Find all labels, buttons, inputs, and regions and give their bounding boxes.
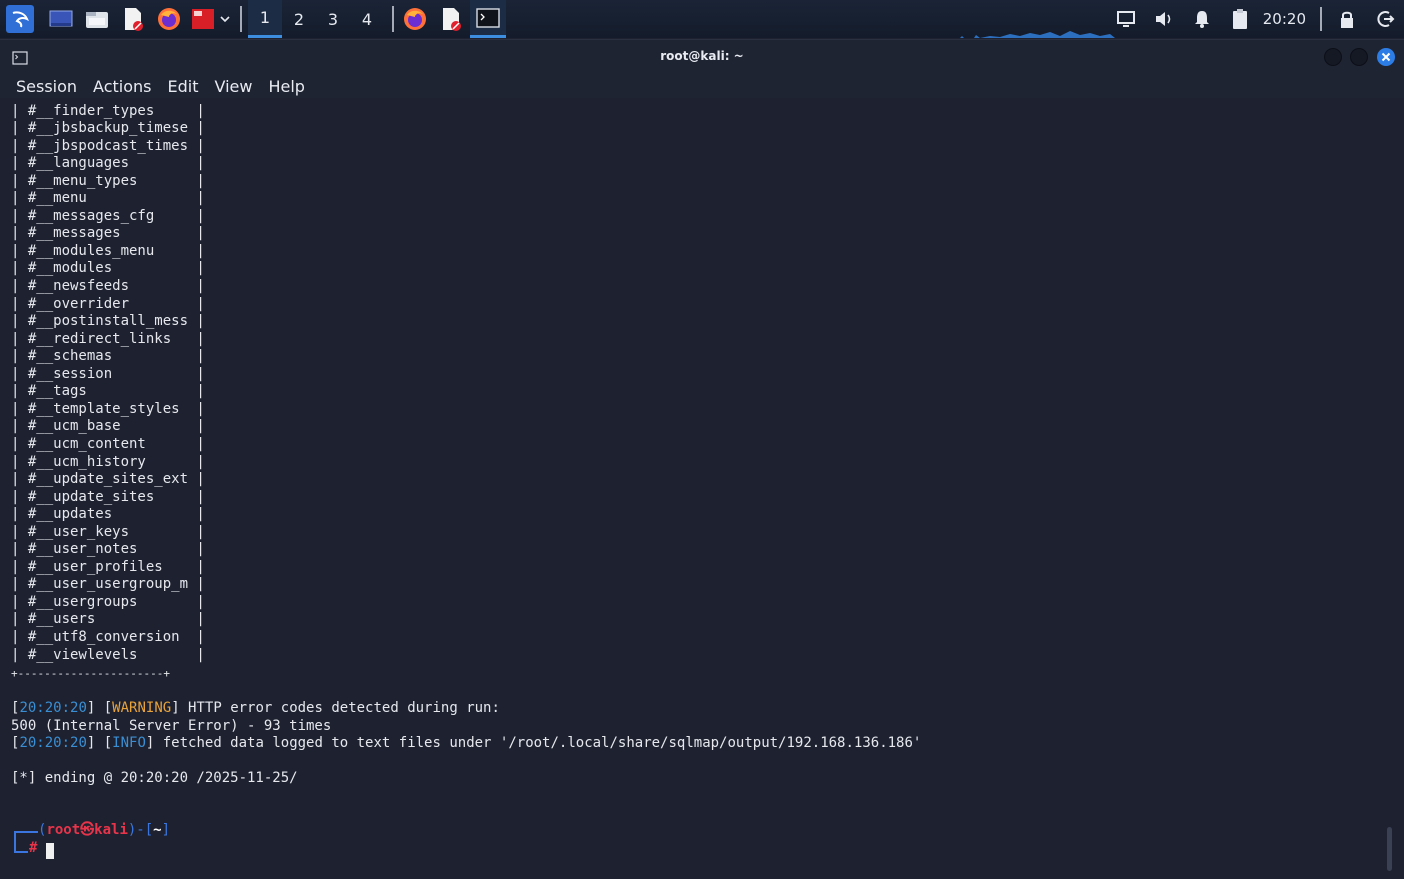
- log-level-info: INFO: [112, 735, 146, 751]
- table-row: | #__update_sites_ext |: [11, 471, 205, 488]
- table-row: | #__overrider |: [11, 295, 205, 312]
- table-row: | #__ucm_history |: [11, 453, 205, 470]
- menu-help[interactable]: Help: [260, 77, 312, 96]
- prompt-user: root: [46, 822, 81, 838]
- table-row: | #__menu |: [11, 190, 205, 207]
- log-info-line: [20:20:20] [INFO] fetched data logged to…: [11, 735, 922, 751]
- taskbar: 1 2 3 4 20:20: [0, 0, 1404, 38]
- table-row: | #__user_notes |: [11, 541, 205, 558]
- logout-icon[interactable]: [1374, 8, 1396, 30]
- taskbar-separator: [240, 6, 242, 32]
- notification-bell-icon[interactable]: [1191, 8, 1213, 30]
- table-row: | #__user_profiles |: [11, 558, 205, 575]
- prompt-at: ㉿: [80, 822, 95, 838]
- table-row: | #__session |: [11, 365, 205, 382]
- table-row: | #__languages |: [11, 155, 205, 172]
- prompt-line: (root㉿kali)-[~]: [38, 822, 171, 838]
- file-manager-icon[interactable]: [84, 6, 110, 32]
- log-warning-line: [20:20:20] [WARNING] HTTP error codes de…: [11, 700, 500, 716]
- clipboard-icon[interactable]: [1229, 8, 1251, 30]
- table-row: | #__ucm_content |: [11, 435, 205, 452]
- log-message: fetched data logged to text files under …: [154, 735, 922, 751]
- clock[interactable]: 20:20: [1263, 10, 1306, 28]
- workspace-2[interactable]: 2: [282, 0, 316, 38]
- ending-line: [*] ending @ 20:20:20 /2025-11-25/: [11, 770, 298, 786]
- table-row: | #__template_styles |: [11, 400, 205, 417]
- window-title: root@kali: ~: [660, 49, 744, 63]
- log-error-line: 500 (Internal Server Error) - 93 times: [11, 718, 332, 734]
- log-level-warning: WARNING: [112, 700, 172, 716]
- taskbar-separator: [392, 6, 394, 32]
- table-row: | #__utf8_conversion |: [11, 629, 205, 645]
- table-row: | #__updates |: [11, 506, 205, 523]
- close-button[interactable]: [1377, 48, 1395, 66]
- prompt-path: ~: [153, 822, 162, 838]
- menu-bar: Session Actions Edit View Help: [0, 74, 1404, 98]
- text-cursor: [46, 843, 54, 859]
- terminal-output[interactable]: | #__finder_types | | #__jbsbackup_timese…: [0, 100, 1404, 879]
- close-icon: [1381, 52, 1391, 62]
- maximize-button[interactable]: [1350, 48, 1368, 66]
- table-row: | #__messages_cfg |: [11, 207, 205, 224]
- table-row: | #__usergroups |: [11, 593, 205, 610]
- system-tray: 20:20: [1107, 0, 1404, 38]
- prompt-corner-top: [14, 831, 38, 833]
- table-row: | #__finder_types |: [11, 102, 205, 119]
- table-row: | #__user_keys |: [11, 523, 205, 540]
- kali-menu-icon[interactable]: [6, 5, 34, 33]
- scrollbar[interactable]: [1387, 827, 1392, 871]
- workspace-3[interactable]: 3: [316, 0, 350, 38]
- text-editor-icon[interactable]: [120, 6, 146, 32]
- workspace-4[interactable]: 4: [350, 0, 384, 38]
- table-row: | #__user_usergroup_m |: [11, 576, 205, 593]
- workspace-1[interactable]: 1: [248, 0, 282, 38]
- editor-window-icon[interactable]: [438, 6, 464, 32]
- table-row: | #__redirect_links |: [11, 330, 205, 347]
- menu-session[interactable]: Session: [8, 77, 85, 96]
- lock-icon[interactable]: [1336, 8, 1358, 30]
- title-bar[interactable]: root@kali: ~: [0, 40, 1404, 74]
- table-row: | #__messages |: [11, 225, 205, 242]
- table-row: | #__tags |: [11, 383, 205, 400]
- prompt-corner: [14, 831, 26, 853]
- table-row: | #__menu_types |: [11, 172, 205, 189]
- minimize-button[interactable]: [1324, 48, 1342, 66]
- table-row: | #__jbsbackup_timese |: [11, 120, 205, 137]
- table-border: +----------------------+: [11, 667, 170, 680]
- menu-view[interactable]: View: [206, 77, 260, 96]
- table-row: | #__ucm_base |: [11, 418, 205, 435]
- volume-icon[interactable]: [1153, 8, 1175, 30]
- table-row: | #__update_sites |: [11, 488, 205, 505]
- table-row: | #__users |: [11, 611, 205, 628]
- table-row: | #__postinstall_mess |: [11, 313, 205, 330]
- table-row: | #__newsfeeds |: [11, 278, 205, 294]
- log-time: 20:20:20: [19, 700, 87, 716]
- chevron-down-icon[interactable]: [218, 9, 232, 29]
- firefox-window-icon[interactable]: [402, 6, 428, 32]
- menu-actions[interactable]: Actions: [85, 77, 159, 96]
- prompt-symbol: #: [29, 840, 38, 856]
- menu-edit[interactable]: Edit: [160, 77, 207, 96]
- terminal-window-icon[interactable]: [470, 0, 506, 38]
- log-time: 20:20:20: [19, 735, 87, 751]
- log-message: HTTP error codes detected during run:: [179, 700, 500, 716]
- table-row: | #__modules_menu |: [11, 242, 205, 259]
- display-icon[interactable]: [1115, 8, 1137, 30]
- prompt-host: kali: [94, 822, 128, 838]
- tray-separator: [1320, 7, 1322, 31]
- table-row: | #__modules |: [11, 260, 205, 277]
- show-desktop-icon[interactable]: [48, 6, 74, 32]
- firefox-icon[interactable]: [156, 6, 182, 32]
- app-launcher-red-icon[interactable]: [190, 6, 216, 32]
- table-row: | #__jbspodcast_times |: [11, 137, 205, 154]
- table-row: | #__schemas |: [11, 348, 205, 365]
- table-row: | #__viewlevels |: [11, 646, 205, 663]
- prompt-corner-bottom: [14, 851, 28, 853]
- network-graph-icon: [960, 31, 1115, 38]
- terminal-window: root@kali: ~ Session Actions Edit View H…: [0, 39, 1404, 879]
